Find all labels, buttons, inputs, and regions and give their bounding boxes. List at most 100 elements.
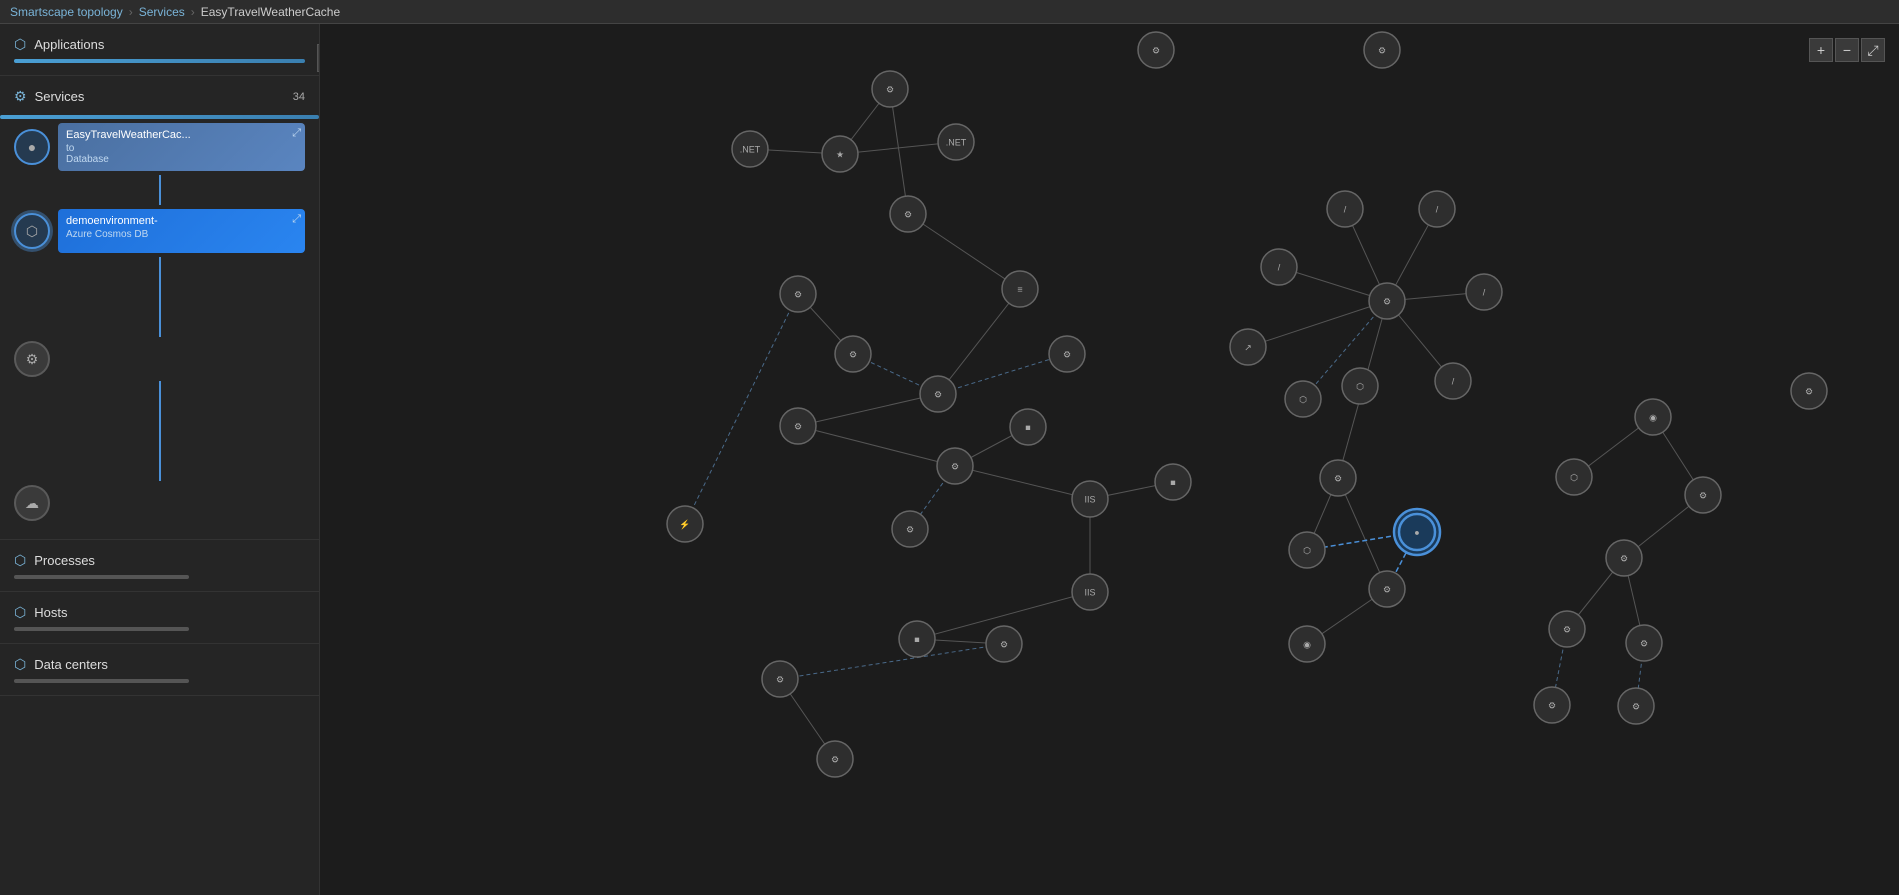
topology-node[interactable]: ◉ — [1289, 626, 1325, 662]
hosts-icon: ⬡ — [14, 604, 26, 621]
process-node-row: ⬡ ⤢ demoenvironment- Azure Cosmos DB — [14, 209, 305, 253]
topology-node[interactable]: ⚙ — [1626, 625, 1662, 661]
topology-node[interactable]: ⚙ — [1369, 571, 1405, 607]
topology-canvas[interactable]: + − ⤢ ⚙★.NET.NET⚙≡⚙⚙⚙⚙⚡⚙⚙■IIS⚙■IIS■⚙⚙⚙⬡⬡… — [320, 24, 1899, 895]
topology-edge — [798, 394, 938, 426]
service-node-card[interactable]: ⤢ EasyTravelWeatherCac... toDatabase — [58, 123, 305, 171]
topology-node[interactable]: ⚙ — [780, 408, 816, 444]
topology-node[interactable]: ⚙ — [892, 511, 928, 547]
breadcrumb-link-smartscape[interactable]: Smartscape topology — [10, 5, 123, 19]
topology-node[interactable]: ⚙ — [780, 276, 816, 312]
zoom-reset-button[interactable]: ⤢ — [1861, 38, 1885, 62]
applications-header[interactable]: ⬡ Applications — [14, 36, 305, 53]
topology-node[interactable]: ★ — [822, 136, 858, 172]
topology-edge — [938, 354, 1067, 394]
hosts-header[interactable]: ⬡ Hosts — [14, 604, 305, 621]
node-row-cloud: ☁ — [14, 485, 305, 521]
node-circle-cloud[interactable]: ☁ — [14, 485, 50, 521]
topology-node[interactable]: ■ — [1010, 409, 1046, 445]
zoom-in-button[interactable]: + — [1809, 38, 1833, 62]
service-node-subtitle: toDatabase — [66, 143, 297, 165]
sidebar-section-applications: ⬡ Applications — [0, 24, 319, 76]
topology-node[interactable]: IIS — [1072, 574, 1108, 610]
services-count: 34 — [293, 91, 305, 103]
topology-node[interactable]: ↗ — [1230, 329, 1266, 365]
topology-node[interactable]: / — [1261, 249, 1297, 285]
topology-node[interactable]: / — [1435, 363, 1471, 399]
breadcrumb-current: EasyTravelWeatherCache — [201, 5, 340, 19]
process-node-icon: ⬡ — [26, 223, 38, 240]
topology-edge — [908, 214, 1020, 289]
topology-node[interactable]: .NET — [938, 124, 974, 160]
process-node-card[interactable]: ⤢ demoenvironment- Azure Cosmos DB — [58, 209, 305, 253]
topology-edge — [938, 289, 1020, 394]
breadcrumb-services[interactable]: Services — [139, 5, 185, 19]
topology-node[interactable]: ⚙ — [1606, 540, 1642, 576]
topology-node[interactable]: ⚙ — [1049, 336, 1085, 372]
topology-node[interactable]: ⚙ — [937, 448, 973, 484]
datacenters-bar — [14, 679, 189, 683]
topology-node[interactable]: / — [1419, 191, 1455, 227]
topology-node[interactable]: ⬡ — [1556, 459, 1592, 495]
sidebar: ◀ ⬡ Applications ⚙ Services 34 — [0, 24, 320, 895]
topology-node[interactable]: ⚙ — [817, 741, 853, 777]
topology-node[interactable]: ■ — [899, 621, 935, 657]
topology-node[interactable]: ● — [1394, 509, 1440, 555]
services-icon: ⚙ — [14, 88, 27, 105]
processes-icon: ⬡ — [14, 552, 26, 569]
topology-svg: ⚙★.NET.NET⚙≡⚙⚙⚙⚙⚡⚙⚙■IIS⚙■IIS■⚙⚙⚙⬡⬡⚙/////… — [320, 24, 1899, 895]
topology-node[interactable]: / — [1466, 274, 1502, 310]
topology-node[interactable]: ⚙ — [1320, 460, 1356, 496]
zoom-controls: + − ⤢ — [1809, 38, 1885, 62]
node-row-3: ⚙ — [14, 341, 305, 377]
datacenters-header[interactable]: ⬡ Data centers — [14, 656, 305, 673]
breadcrumb-link-services[interactable]: Services — [139, 5, 185, 19]
topology-node[interactable]: ⚙ — [835, 336, 871, 372]
topology-node[interactable]: ⚙ — [1685, 477, 1721, 513]
topology-node[interactable]: ⚙ — [1534, 687, 1570, 723]
applications-title: Applications — [34, 37, 104, 52]
services-header[interactable]: ⚙ Services 34 — [0, 76, 319, 111]
breadcrumb-smartscape[interactable]: Smartscape topology — [10, 5, 123, 19]
sidebar-section-datacenters: ⬡ Data centers — [0, 644, 319, 696]
topology-node[interactable]: ⚙ — [1138, 32, 1174, 68]
topology-node[interactable]: ⬡ — [1342, 368, 1378, 404]
datacenters-title: Data centers — [34, 657, 108, 672]
topology-node[interactable]: ⚙ — [872, 71, 908, 107]
node-circle-3[interactable]: ⚙ — [14, 341, 50, 377]
processes-header[interactable]: ⬡ Processes — [14, 552, 305, 569]
process-node-title: demoenvironment- — [66, 215, 246, 227]
topology-node[interactable]: ◉ — [1635, 399, 1671, 435]
service-node-ext-icon: ⤢ — [292, 127, 301, 140]
topology-node[interactable]: IIS — [1072, 481, 1108, 517]
topology-node[interactable]: ⚙ — [920, 376, 956, 412]
topology-node[interactable]: ⚙ — [762, 661, 798, 697]
sidebar-section-hosts: ⬡ Hosts — [0, 592, 319, 644]
breadcrumb-sep-2: › — [191, 5, 195, 19]
topology-node[interactable]: ⚙ — [1364, 32, 1400, 68]
service-node-row: ● ⤢ EasyTravelWeatherCac... toDatabase — [14, 123, 305, 171]
topology-node[interactable]: ⚙ — [986, 626, 1022, 662]
breadcrumb-bar: Smartscape topology › Services › EasyTra… — [0, 0, 1899, 24]
topology-node[interactable]: / — [1327, 191, 1363, 227]
topology-node[interactable]: .NET — [732, 131, 768, 167]
topology-node[interactable]: ⬡ — [1289, 532, 1325, 568]
main-content: ◀ ⬡ Applications ⚙ Services 34 — [0, 24, 1899, 895]
topology-node[interactable]: ⚙ — [1791, 373, 1827, 409]
process-node-circle[interactable]: ⬡ — [14, 213, 50, 249]
node-connector-3 — [159, 381, 161, 481]
zoom-out-button[interactable]: − — [1835, 38, 1859, 62]
topology-node[interactable]: ⚙ — [1369, 283, 1405, 319]
topology-node[interactable]: ⚙ — [890, 196, 926, 232]
applications-bar — [14, 59, 305, 63]
topology-edge — [955, 466, 1090, 499]
topology-node[interactable]: ≡ — [1002, 271, 1038, 307]
topology-node[interactable]: ⬡ — [1285, 381, 1321, 417]
topology-node[interactable]: ■ — [1155, 464, 1191, 500]
topology-node[interactable]: ⚙ — [1618, 688, 1654, 724]
topology-node[interactable]: ⚙ — [1549, 611, 1585, 647]
hosts-title: Hosts — [34, 605, 67, 620]
topology-node[interactable]: ⚡ — [667, 506, 703, 542]
service-node-circle[interactable]: ● — [14, 129, 50, 165]
node-connector-1 — [159, 175, 161, 205]
